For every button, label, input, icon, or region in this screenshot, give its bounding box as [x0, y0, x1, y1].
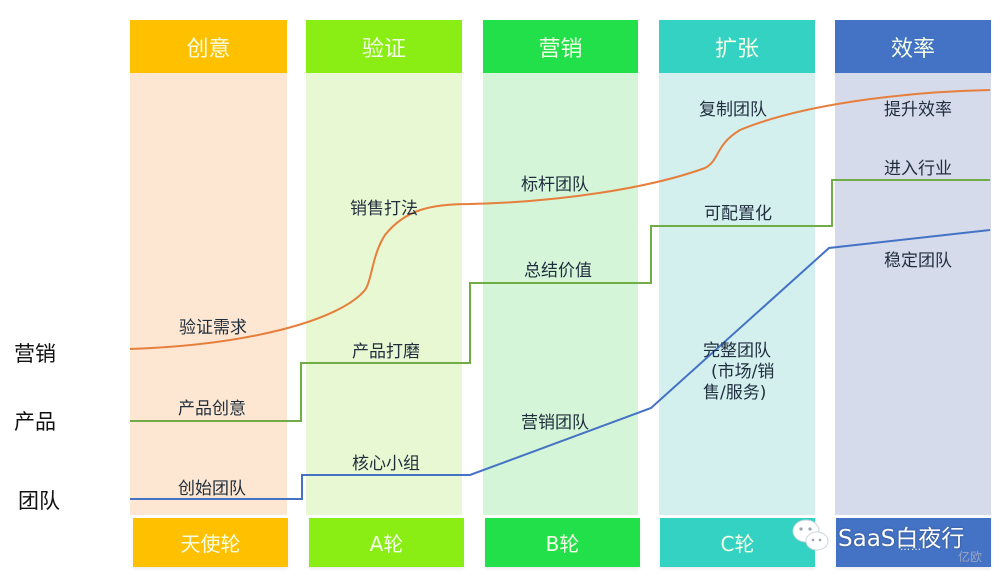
milestone-product-4: 可配置化	[704, 204, 772, 224]
milestone-team-2: 核心小组	[352, 454, 420, 474]
milestone-marketing-5: 提升效率	[884, 100, 952, 120]
milestone-product-2: 产品打磨	[352, 342, 420, 362]
milestone-team-5: 稳定团队	[884, 251, 952, 271]
milestone-team-1: 创始团队	[178, 479, 246, 499]
milestone-product-3: 总结价值	[524, 261, 592, 281]
watermark: SaaS白夜行	[790, 516, 964, 556]
round-next-label: ……	[900, 542, 922, 553]
milestone-marketing-1: 验证需求	[179, 318, 247, 338]
milestone-team-4-line2: (市场/销	[711, 362, 775, 382]
milestone-marketing-3: 标杆团队	[521, 175, 589, 195]
milestone-team-4-line1: 完整团队	[703, 341, 771, 361]
milestone-product-1: 产品创意	[178, 399, 246, 419]
corner-watermark: 亿欧	[958, 550, 983, 564]
marketing-line	[129, 89, 991, 350]
milestone-team-4-line3: 售/服务)	[703, 383, 767, 403]
milestone-team-3: 营销团队	[521, 413, 589, 433]
milestone-marketing-2: 销售打法	[350, 199, 418, 219]
progress-lines	[129, 89, 991, 500]
milestone-product-5: 进入行业	[884, 159, 952, 179]
milestone-marketing-4: 复制团队	[699, 100, 767, 120]
wechat-icon	[792, 519, 829, 551]
product-line	[130, 179, 990, 422]
milestone-team-4: 完整团队 (市场/销 售/服务)	[703, 341, 774, 404]
